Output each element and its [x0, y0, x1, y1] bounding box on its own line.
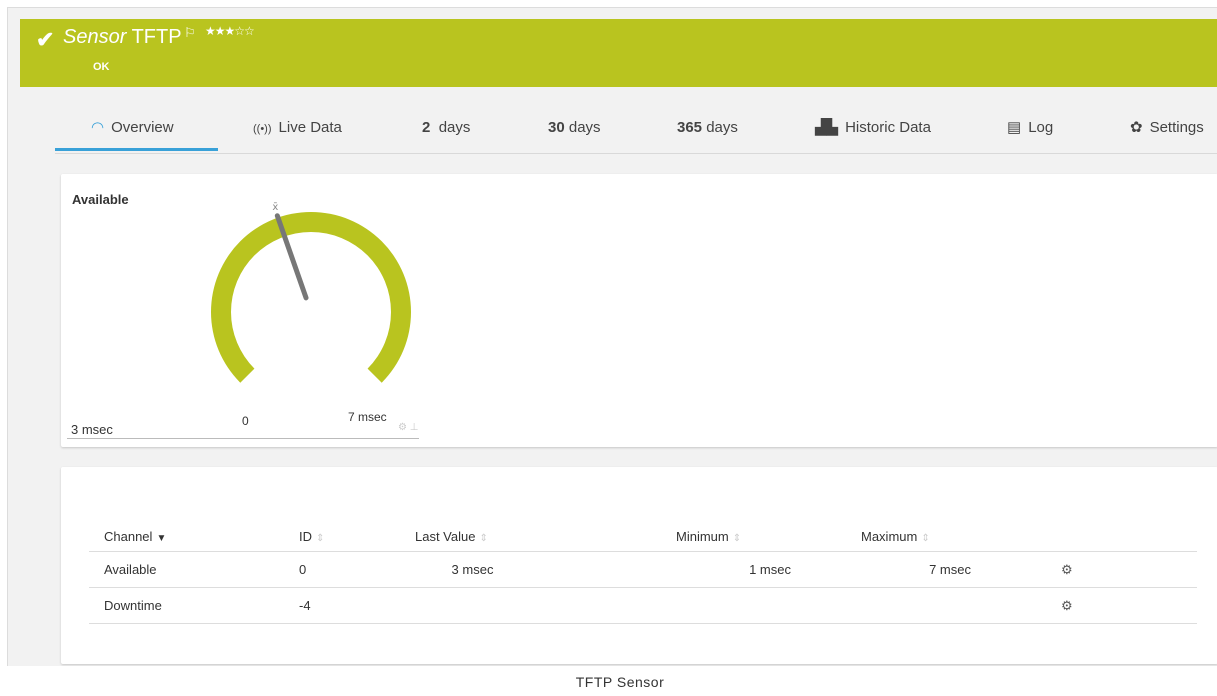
tab-365-days[interactable]: 365 days: [677, 105, 738, 151]
tab-live-data-label: Live Data: [278, 119, 342, 136]
gauge-divider: [67, 438, 419, 439]
gauge-arc: [211, 212, 411, 383]
channel-settings-icon[interactable]: ⚙: [1061, 562, 1073, 577]
column-header-channel[interactable]: Channel ▼: [89, 522, 299, 552]
column-header-last-value-label: Last Value: [415, 529, 476, 544]
column-header-last-value[interactable]: Last Value ⇕: [415, 522, 650, 552]
table-row[interactable]: Available 0 3 msec 1 msec 7 msec ⚙: [89, 551, 1197, 588]
column-header-actions: [971, 522, 1197, 552]
tab-historic-data[interactable]: ▟▙ Historic Data: [815, 105, 931, 151]
sort-icon: ⇕: [921, 533, 930, 544]
column-header-id[interactable]: ID ⇕: [299, 522, 415, 552]
tab-30-days-label: days: [568, 119, 601, 136]
channel-settings-icon[interactable]: ⚙: [1061, 598, 1073, 613]
cell-last-value: 3 msec: [415, 551, 650, 588]
cell-maximum: [791, 587, 971, 624]
cell-id: -4: [299, 587, 415, 624]
tab-log-label: Log: [1028, 119, 1054, 136]
cell-actions: ⚙: [971, 587, 1197, 624]
gauge-current-value: 3 msec: [71, 422, 113, 437]
check-icon: ✔: [36, 27, 55, 52]
channels-table: Channel ▼ ID ⇕ Last Value ⇕ Minimum ⇕ Maximu…: [89, 522, 1197, 624]
cell-maximum: 7 msec: [791, 551, 971, 588]
tab-2-days[interactable]: 2 days: [422, 105, 470, 151]
gauge-settings-icon[interactable]: ⚙ ⊥: [398, 422, 418, 433]
tab-30-days[interactable]: 30 days: [548, 105, 601, 151]
tab-30-days-num: 30: [548, 119, 565, 136]
live-icon: ((•)): [253, 123, 272, 135]
column-header-maximum-label: Maximum: [861, 529, 918, 544]
column-header-maximum[interactable]: Maximum ⇕: [791, 522, 971, 552]
tab-bar: ◠ Overview ((•)) Live Data 2 days 30 days …: [55, 105, 1217, 154]
column-header-minimum-label: Minimum: [676, 529, 729, 544]
sort-icon: ⇕: [732, 533, 742, 544]
cell-minimum: [650, 587, 791, 624]
tab-overview[interactable]: ◠ Overview: [55, 105, 218, 151]
figure-caption: TFTP Sensor: [575, 674, 665, 690]
tab-overview-label: Overview: [111, 119, 174, 136]
gauge-chart: x̄: [211, 202, 411, 383]
flag-icon[interactable]: ⚐: [184, 25, 196, 41]
tab-365-days-label: days: [706, 119, 738, 136]
cell-minimum: 1 msec: [650, 551, 791, 588]
cell-id: 0: [299, 551, 415, 588]
gauge-panel: Available x̄ 3 msec 0 7 msec ⚙ ⊥: [61, 174, 1217, 447]
log-icon: ▤: [1007, 119, 1022, 136]
channels-panel: Channel ▼ ID ⇕ Last Value ⇕ Minimum ⇕ Maximu…: [61, 467, 1217, 664]
status-text: OK: [93, 61, 110, 73]
column-header-id-label: ID: [299, 529, 312, 544]
sort-desc-icon: ▼: [156, 533, 167, 544]
sort-icon: ⇕: [479, 533, 488, 544]
tab-log[interactable]: ▤ Log: [1007, 105, 1053, 151]
cell-actions: ⚙: [971, 551, 1197, 588]
sensor-type-label: Sensor: [63, 26, 127, 48]
tab-settings[interactable]: ✿ Settings: [1130, 105, 1204, 151]
column-header-channel-label: Channel: [104, 529, 153, 544]
tab-365-days-num: 365: [677, 119, 703, 136]
chart-icon: ▟▙: [815, 119, 839, 136]
cell-last-value: [415, 587, 650, 624]
gauge-title: Available: [72, 192, 129, 207]
tab-2-days-num: 2: [422, 119, 431, 136]
sensor-title: Sensor TFTP: [63, 26, 182, 49]
gauge-scale-min: 0: [242, 414, 249, 428]
tab-historic-data-label: Historic Data: [845, 119, 931, 136]
column-header-minimum[interactable]: Minimum ⇕: [650, 522, 791, 552]
gauge-average-marker: x̄: [272, 202, 278, 213]
cell-channel[interactable]: Available: [89, 551, 299, 588]
tab-live-data[interactable]: ((•)) Live Data: [253, 105, 342, 151]
table-row[interactable]: Downtime -4 ⚙: [89, 587, 1197, 624]
tab-settings-label: Settings: [1149, 119, 1204, 136]
cell-channel[interactable]: Downtime: [89, 587, 299, 624]
priority-stars[interactable]: ★★★☆☆: [205, 24, 255, 38]
sensor-name: TFTP: [131, 26, 182, 48]
sort-icon: ⇕: [316, 533, 325, 544]
tab-2-days-label: days: [438, 119, 471, 136]
gauge-scale-max: 7 msec: [348, 410, 387, 424]
gauge-icon: ◠: [91, 119, 105, 136]
gear-icon: ✿: [1130, 119, 1143, 136]
table-header-row: Channel ▼ ID ⇕ Last Value ⇕ Minimum ⇕ Maximu…: [89, 522, 1197, 552]
sensor-header: ✔ Sensor TFTP ⚐ ★★★☆☆ OK: [20, 19, 1217, 87]
sensor-page-frame: ✔ Sensor TFTP ⚐ ★★★☆☆ OK ◠ Overview ((•))…: [7, 7, 1217, 666]
